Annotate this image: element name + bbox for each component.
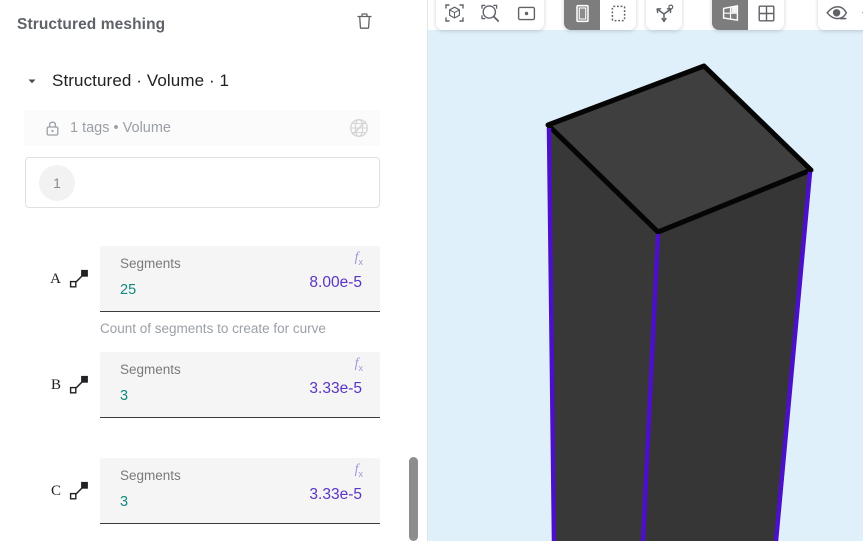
lock-icon [44, 120, 60, 136]
selection-mode-tools-group [564, 0, 636, 30]
model-canvas[interactable] [428, 0, 863, 541]
solid-select-button[interactable] [564, 0, 600, 30]
axis-tools-group [646, 0, 682, 30]
param-c-card[interactable]: Segments 3 3.33e-5 fx [100, 458, 380, 524]
param-c-identifier: C [0, 480, 100, 502]
param-b-value[interactable]: 3 [120, 388, 128, 404]
param-b-letter: B [50, 376, 61, 393]
globe-icon[interactable] [346, 115, 372, 141]
eye-minus-icon[interactable] [854, 0, 863, 30]
viewport-toolbar [428, 0, 863, 30]
zoom-box-button[interactable] [472, 0, 508, 30]
param-a-label: Segments [120, 256, 181, 271]
3d-viewport[interactable] [428, 0, 863, 541]
fit-to-view-button[interactable] [436, 0, 472, 30]
param-row-a: A Segments 25 8.00e-5 fx [0, 246, 400, 312]
param-a-identifier: A [0, 268, 100, 290]
edge-curve-icon[interactable] [68, 268, 90, 290]
param-a-card[interactable]: Segments 25 8.00e-5 fx [100, 246, 380, 312]
param-b-expression: 3.33e-5 [309, 380, 362, 397]
param-c-expression: 3.33e-5 [309, 486, 362, 503]
edge-curve-icon[interactable] [68, 480, 90, 502]
edge-curve-icon[interactable] [68, 374, 90, 396]
trash-icon[interactable] [350, 7, 378, 35]
param-b-card[interactable]: Segments 3 3.33e-5 fx [100, 352, 380, 418]
param-c-label: Segments [120, 468, 181, 483]
caret-down-icon[interactable] [24, 73, 40, 89]
param-row-c: C Segments 3 3.33e-5 fx [0, 458, 400, 524]
fx-icon[interactable]: fx [355, 463, 363, 479]
grid-icon[interactable] [748, 0, 784, 30]
view-tools-group [436, 0, 544, 30]
tags-summary-row[interactable]: 1 tags • Volume [24, 110, 380, 146]
box-select-button[interactable] [600, 0, 636, 30]
page-title: Structured meshing [17, 16, 166, 33]
param-a-expression: 8.00e-5 [309, 274, 362, 291]
param-a-value[interactable]: 25 [120, 282, 136, 298]
scrollbar-thumb[interactable] [409, 457, 418, 541]
fx-icon[interactable]: fx [355, 251, 363, 267]
eye-plus-icon[interactable] [818, 0, 854, 30]
shaded-view-button[interactable] [712, 0, 748, 30]
mesh-group-header[interactable]: Structured · Volume · 1 [0, 62, 400, 100]
param-a-help-text: Count of segments to create for curve [100, 321, 326, 336]
visibility-tools-group [818, 0, 863, 30]
selection-chip[interactable]: 1 [39, 164, 75, 201]
fx-icon[interactable]: fx [355, 357, 363, 373]
param-c-letter: C [50, 482, 61, 499]
param-b-label: Segments [120, 362, 181, 377]
axes-orientation-button[interactable] [646, 0, 682, 30]
mesh-group-label: Structured · Volume · 1 [52, 71, 230, 90]
tags-label: 1 tags • Volume [70, 120, 171, 136]
param-c-value[interactable]: 3 [120, 494, 128, 510]
display-mode-tools-group [712, 0, 784, 30]
volume-selection-input[interactable]: 1 [25, 157, 380, 208]
app-root: Structured meshing Structured · Volume ·… [0, 0, 863, 541]
param-b-identifier: B [0, 374, 100, 396]
param-row-b: B Segments 3 3.33e-5 fx [0, 352, 400, 418]
param-a-letter: A [50, 270, 61, 287]
structured-meshing-panel: Structured meshing Structured · Volume ·… [0, 0, 428, 541]
center-view-button[interactable] [508, 0, 544, 30]
